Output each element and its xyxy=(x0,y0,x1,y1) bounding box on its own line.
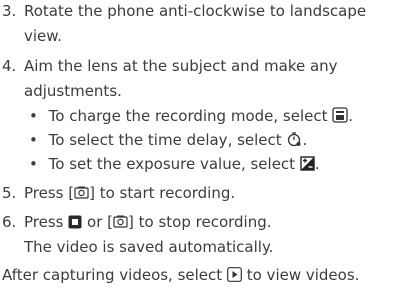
step-6-text-line2: The video is saved automatically. xyxy=(24,238,274,256)
step-5-number: 5. xyxy=(2,184,17,202)
stop-icon xyxy=(68,215,82,234)
step-4-text-line1: Aim the lens at the subject and make any xyxy=(24,57,338,75)
step-3-number: 3. xyxy=(2,2,17,20)
play-icon xyxy=(227,267,242,287)
camera-shutter-icon xyxy=(74,185,89,205)
exposure-icon xyxy=(300,156,315,176)
footer-note: After capturing videos, select to view v… xyxy=(2,266,359,287)
step-4-text-line2: adjustments. xyxy=(24,82,122,100)
bullet-time-delay: • To select the time delay, select . xyxy=(29,131,307,152)
timer-icon xyxy=(286,131,302,152)
bullet-dot: • xyxy=(29,155,38,173)
step-5-text: Press [] to start recording. xyxy=(24,184,235,205)
bullet-recording-mode: • To charge the recording mode, select . xyxy=(29,107,353,128)
camera-shutter-icon xyxy=(113,214,128,234)
bullet-text: To charge the recording mode, select xyxy=(48,107,328,125)
bullet-dot: • xyxy=(29,107,38,125)
step-6-number: 6. xyxy=(2,213,17,231)
bullet-exposure: • To set the exposure value, select . xyxy=(29,155,320,176)
bullet-dot: • xyxy=(29,131,38,149)
step-4-number: 4. xyxy=(2,57,17,75)
step-3-text-line1: Rotate the phone anti-clockwise to lands… xyxy=(24,2,367,20)
bullet-text: To set the exposure value, select xyxy=(48,155,296,173)
recording-mode-icon xyxy=(332,107,348,128)
step-3-text-line2: view. xyxy=(24,27,62,45)
step-6-text: Press or [] to stop recording. xyxy=(24,213,272,234)
bullet-text: To select the time delay, select xyxy=(48,131,282,149)
